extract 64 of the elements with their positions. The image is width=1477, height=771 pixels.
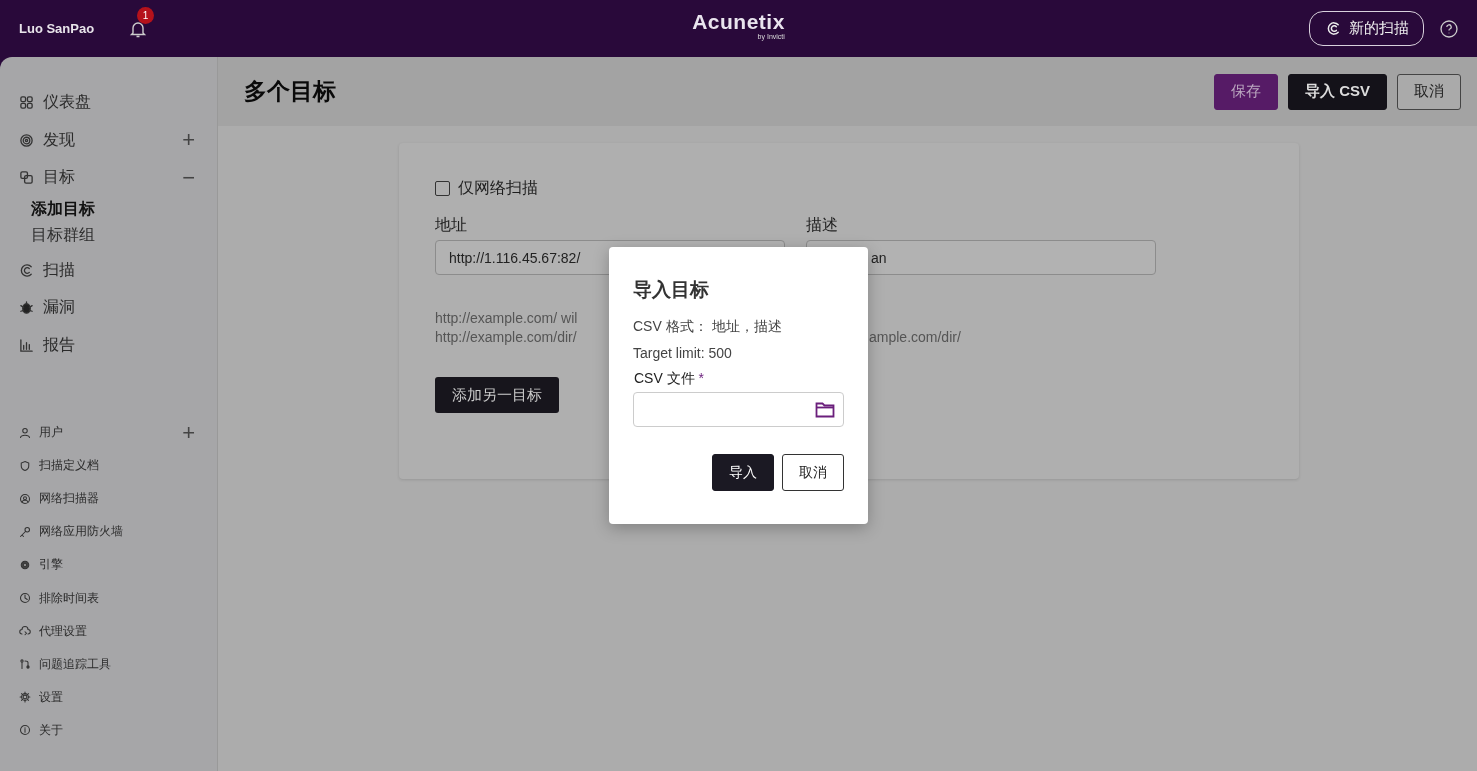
dialog-title: 导入目标	[633, 278, 710, 302]
nav-item[interactable]: 引擎	[39, 556, 63, 574]
logo-text: Acunetix	[692, 10, 785, 34]
info-icon	[19, 724, 31, 737]
key-icon	[19, 525, 31, 538]
add-target-button[interactable]: 添加另一目标	[435, 377, 559, 413]
nav-item[interactable]: 问题追踪工具	[39, 655, 111, 673]
nav-item[interactable]: 扫描	[43, 259, 75, 281]
import-csv-button[interactable]: 导入 CSV	[1288, 73, 1387, 110]
help-text: http://example.com/dir/	[435, 329, 577, 345]
nav-item[interactable]: 关于	[39, 721, 63, 739]
nav-item[interactable]: 发现	[43, 129, 75, 151]
settings-icon	[19, 691, 31, 704]
user-name[interactable]: Luo SanPao	[19, 21, 95, 36]
toggle-sign[interactable]: +	[182, 421, 195, 444]
limit-text: Target limit: 500	[633, 345, 733, 361]
scan-icon	[19, 262, 34, 278]
field-label: 描述	[806, 215, 839, 235]
format-text: CSV 格式： 地址，描述	[633, 318, 783, 336]
nav-item[interactable]: 漏洞	[43, 297, 75, 319]
notification-badge: 1	[137, 6, 155, 24]
nav-item[interactable]: 报告	[43, 334, 75, 356]
nav-subitem[interactable]: 添加目标	[31, 195, 195, 222]
field-label: 地址	[435, 215, 468, 235]
dashboard-icon	[19, 95, 34, 111]
nav-item[interactable]: 代理设置	[39, 622, 87, 640]
import-button[interactable]: 导入	[712, 454, 774, 491]
nav-item[interactable]: 网络扫描器	[39, 490, 99, 508]
toggle-sign[interactable]: −	[182, 166, 195, 189]
new-scan-button[interactable]: 新的扫描	[1309, 11, 1424, 46]
bug-icon	[19, 300, 34, 316]
user-icon	[19, 426, 31, 439]
nav-subitem[interactable]: 目标群组	[31, 221, 195, 248]
clock-icon	[19, 592, 31, 604]
checkbox-label: 仅网络扫描	[458, 178, 538, 198]
nav-item[interactable]: 网络应用防火墙	[39, 523, 123, 541]
save-button[interactable]: 保存	[1214, 73, 1278, 110]
copy-icon	[19, 170, 34, 186]
nav-item[interactable]: 仪表盘	[43, 92, 91, 114]
help-text: ample.com/dir/	[869, 328, 961, 347]
cloud-icon	[19, 625, 31, 638]
bar-chart-icon	[19, 337, 34, 353]
nav-item[interactable]: 目标	[43, 167, 75, 189]
nav-item[interactable]: 设置	[39, 688, 63, 706]
checkbox[interactable]	[435, 181, 450, 196]
nav-item[interactable]: 扫描定义档	[39, 457, 99, 475]
cancel-button[interactable]: 取消	[1397, 73, 1461, 110]
required-mark: *	[698, 370, 705, 386]
help-icon[interactable]	[1440, 19, 1458, 38]
nav-item[interactable]: 排除时间表	[39, 589, 99, 607]
target-icon	[19, 132, 34, 148]
page-title: 多个目标	[244, 77, 336, 106]
shield-icon	[19, 459, 31, 472]
folder-icon[interactable]	[815, 401, 835, 418]
scan-icon	[1326, 21, 1341, 36]
cancel-button[interactable]: 取消	[782, 454, 844, 491]
engine-icon	[19, 558, 31, 571]
file-field[interactable]	[633, 392, 844, 427]
user-badge-icon	[19, 492, 31, 505]
nav-item[interactable]: 用户	[39, 424, 63, 442]
field-label: CSV 文件	[634, 370, 695, 386]
help-text: http://example.com/ wil	[435, 310, 578, 326]
toggle-sign[interactable]: +	[182, 129, 195, 152]
branch-icon	[19, 658, 31, 671]
